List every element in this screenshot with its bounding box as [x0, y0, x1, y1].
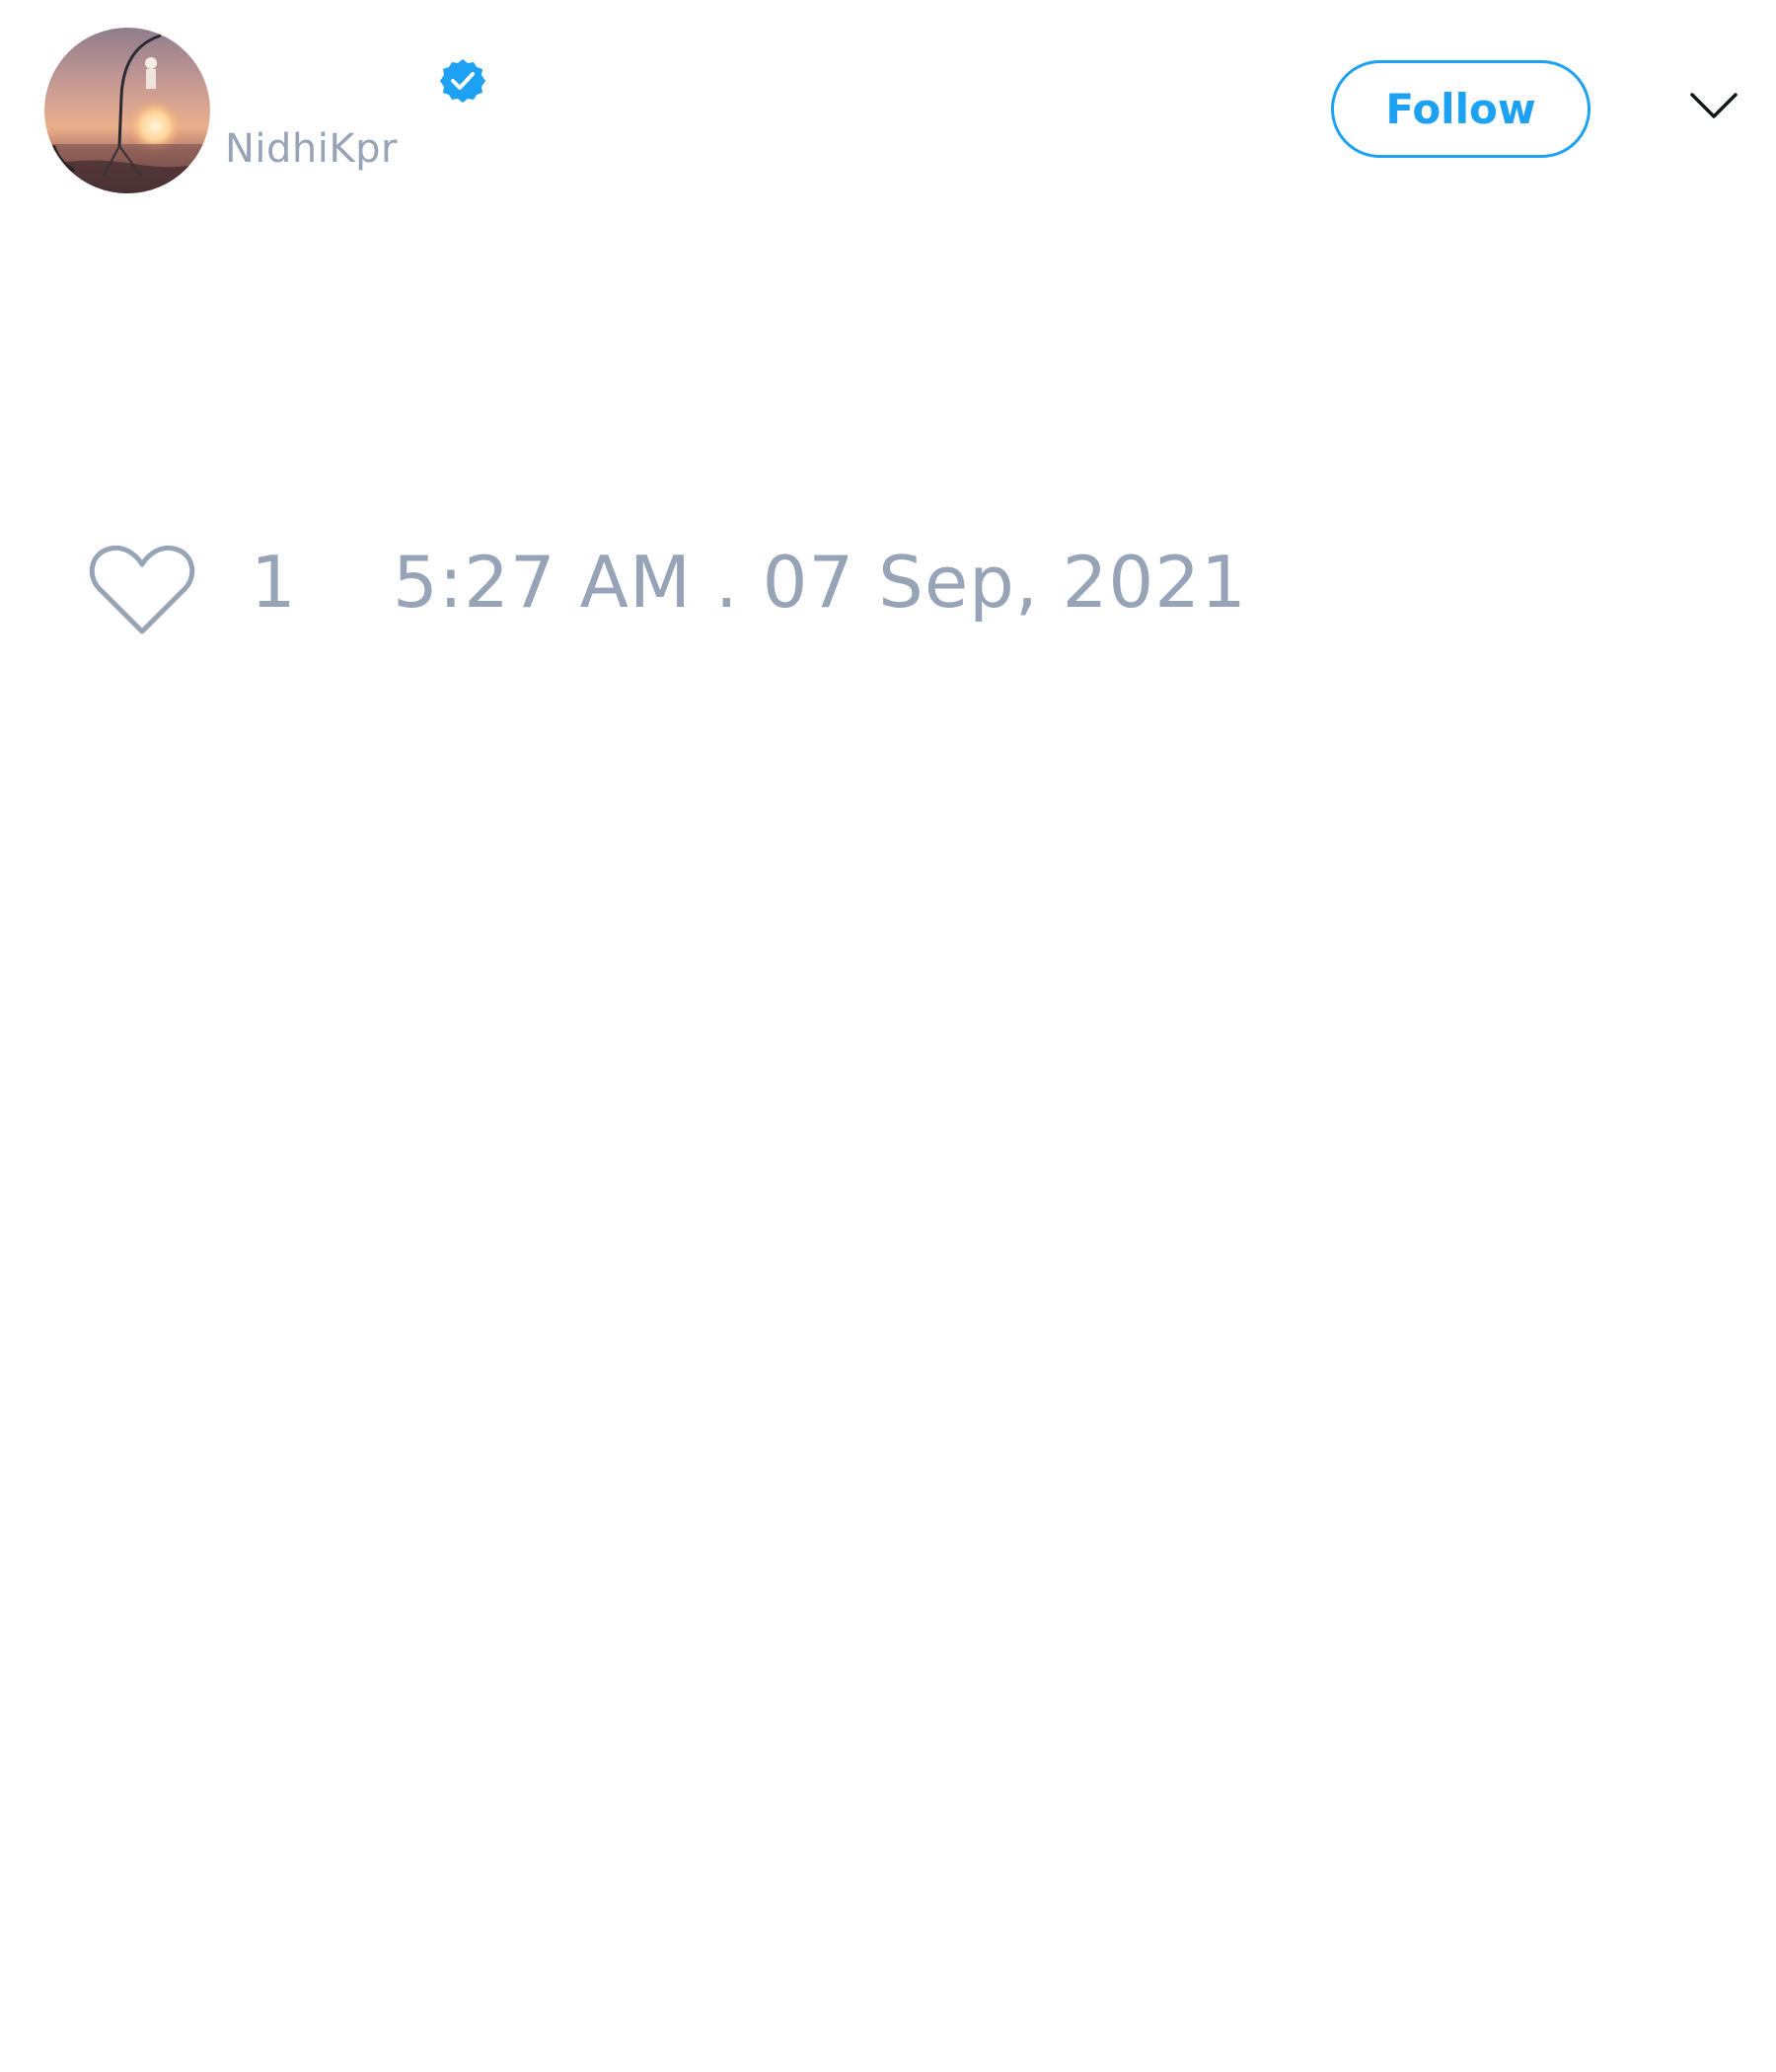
like-count: 1 — [251, 541, 296, 624]
tweet-timestamp[interactable]: 5:27 AM . 07 Sep, 2021 — [393, 547, 1247, 618]
verified-badge-icon — [440, 59, 485, 103]
user-handle[interactable]: NidhiKpr — [225, 126, 398, 172]
tweet-header: NidhiKpr Follow — [0, 0, 1776, 217]
chevron-down-icon[interactable] — [1689, 91, 1739, 122]
heart-outline-icon[interactable] — [89, 543, 195, 635]
follow-button[interactable]: Follow — [1331, 60, 1591, 158]
avatar-image — [44, 28, 210, 193]
avatar[interactable] — [44, 28, 210, 193]
tweet-card: NidhiKpr Follow 1 5:27 AM . 07 Sep, 2021 — [0, 0, 1776, 2072]
tweet-actions: 1 5:27 AM . 07 Sep, 2021 — [0, 533, 1776, 641]
